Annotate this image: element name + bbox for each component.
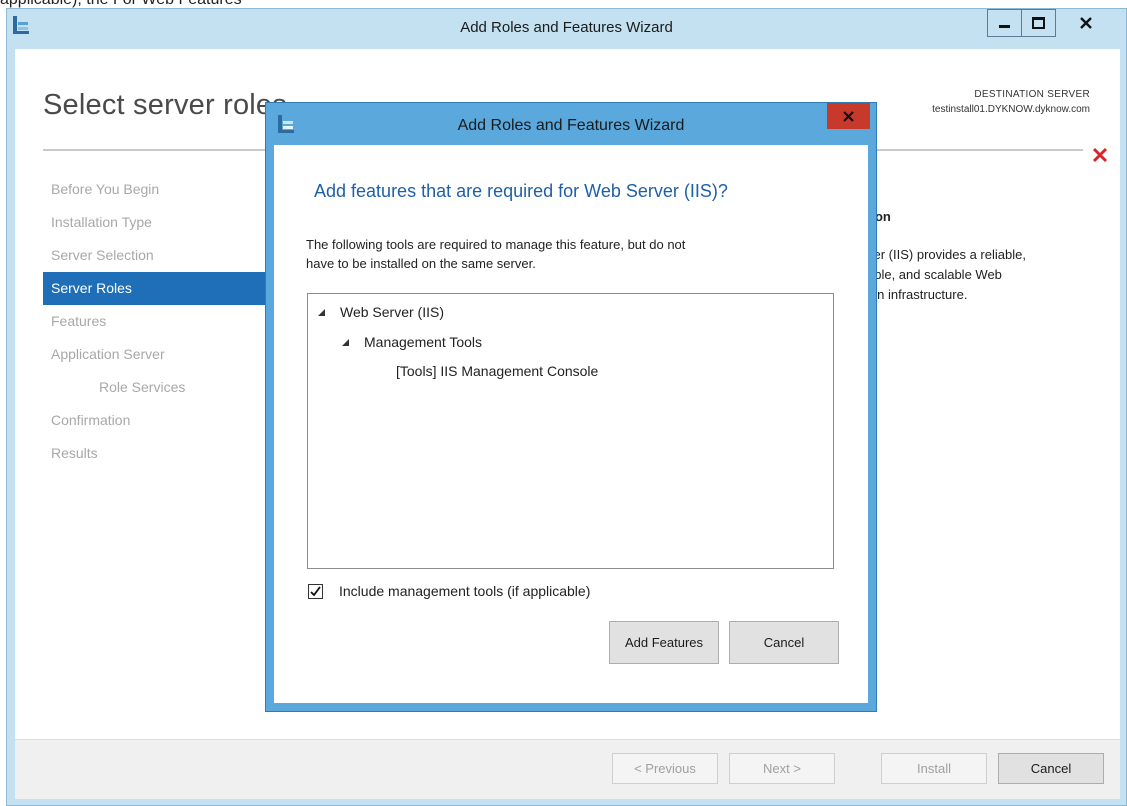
include-management-tools-option[interactable]: Include management tools (if applicable) [308, 583, 590, 599]
window-titlebar[interactable]: Add Roles and Features Wizard [7, 9, 1126, 47]
dialog-heading: Add features that are required for Web S… [314, 181, 728, 201]
error-icon[interactable] [1090, 145, 1110, 165]
include-management-tools-label: Include management tools (if applicable) [339, 583, 591, 599]
dialog-description-line: The following tools are required to mana… [306, 237, 686, 252]
tree-item-web-server[interactable]: Web Server (IIS) [316, 304, 444, 320]
nav-item-server-selection: Server Selection [51, 247, 154, 263]
dialog-description-line: have to be installed on the same server. [306, 256, 536, 271]
close-icon [1080, 17, 1092, 29]
minimize-button[interactable] [987, 9, 1022, 37]
description-line: ion infrastructure. [867, 287, 968, 302]
dialog-content: Add features that are required for Web S… [274, 145, 868, 703]
wizard-navigation: Before You Begin Installation Type Serve… [43, 173, 273, 470]
dialog-close-button[interactable] [827, 103, 870, 129]
close-button[interactable] [1055, 9, 1117, 37]
nav-item-features: Features [51, 313, 107, 329]
dialog-cancel-button[interactable]: Cancel [729, 621, 839, 664]
expanded-triangle-icon[interactable] [316, 307, 326, 317]
destination-server-label: DESTINATION SERVER [974, 89, 1090, 100]
expanded-triangle-icon[interactable] [340, 337, 350, 347]
install-button[interactable]: Install [881, 753, 987, 784]
destination-server-name: testinstall01.DYKNOW.dyknow.com [932, 104, 1090, 115]
add-features-button[interactable]: Add Features [609, 621, 719, 664]
minimize-icon [999, 24, 1010, 28]
description-line: ver (IIS) provides a reliable, [867, 247, 1026, 262]
tree-item-label: Management Tools [364, 334, 483, 350]
nav-item-server-roles[interactable]: Server Roles [43, 272, 273, 305]
previous-button[interactable]: < Previous [612, 753, 718, 784]
cancel-button[interactable]: Cancel [998, 753, 1104, 784]
required-features-dialog: Add Roles and Features Wizard Add featur… [265, 102, 877, 712]
nav-item-application-server: Application Server [51, 346, 165, 362]
close-icon [843, 110, 854, 122]
window-title: Add Roles and Features Wizard [460, 19, 673, 36]
nav-item-results: Results [51, 445, 98, 461]
features-tree[interactable]: Web Server (IIS) Management Tools [Tools… [307, 293, 834, 569]
next-button[interactable]: Next > [729, 753, 835, 784]
description-line: able, and scalable Web [867, 267, 1002, 282]
maximize-icon [1032, 17, 1045, 29]
nav-item-confirmation: Confirmation [51, 412, 131, 428]
include-management-tools-checkbox[interactable] [308, 583, 323, 599]
maximize-button[interactable] [1021, 9, 1056, 37]
nav-item-role-services: Role Services [99, 379, 186, 395]
tree-item-management-tools[interactable]: Management Tools [340, 334, 482, 350]
footer-bar: < Previous Next > Install Cancel [15, 740, 1120, 799]
page-title: Select server roles [43, 89, 287, 121]
checkmark-icon [310, 585, 321, 596]
tree-item-iis-management-console[interactable]: [Tools] IIS Management Console [396, 363, 598, 379]
tree-item-label: Web Server (IIS) [340, 304, 444, 320]
dialog-title: Add Roles and Features Wizard [457, 117, 685, 134]
nav-item-installation-type: Installation Type [51, 214, 152, 230]
tree-item-label: [Tools] IIS Management Console [396, 363, 599, 379]
nav-item-before-you-begin: Before You Begin [51, 181, 160, 197]
